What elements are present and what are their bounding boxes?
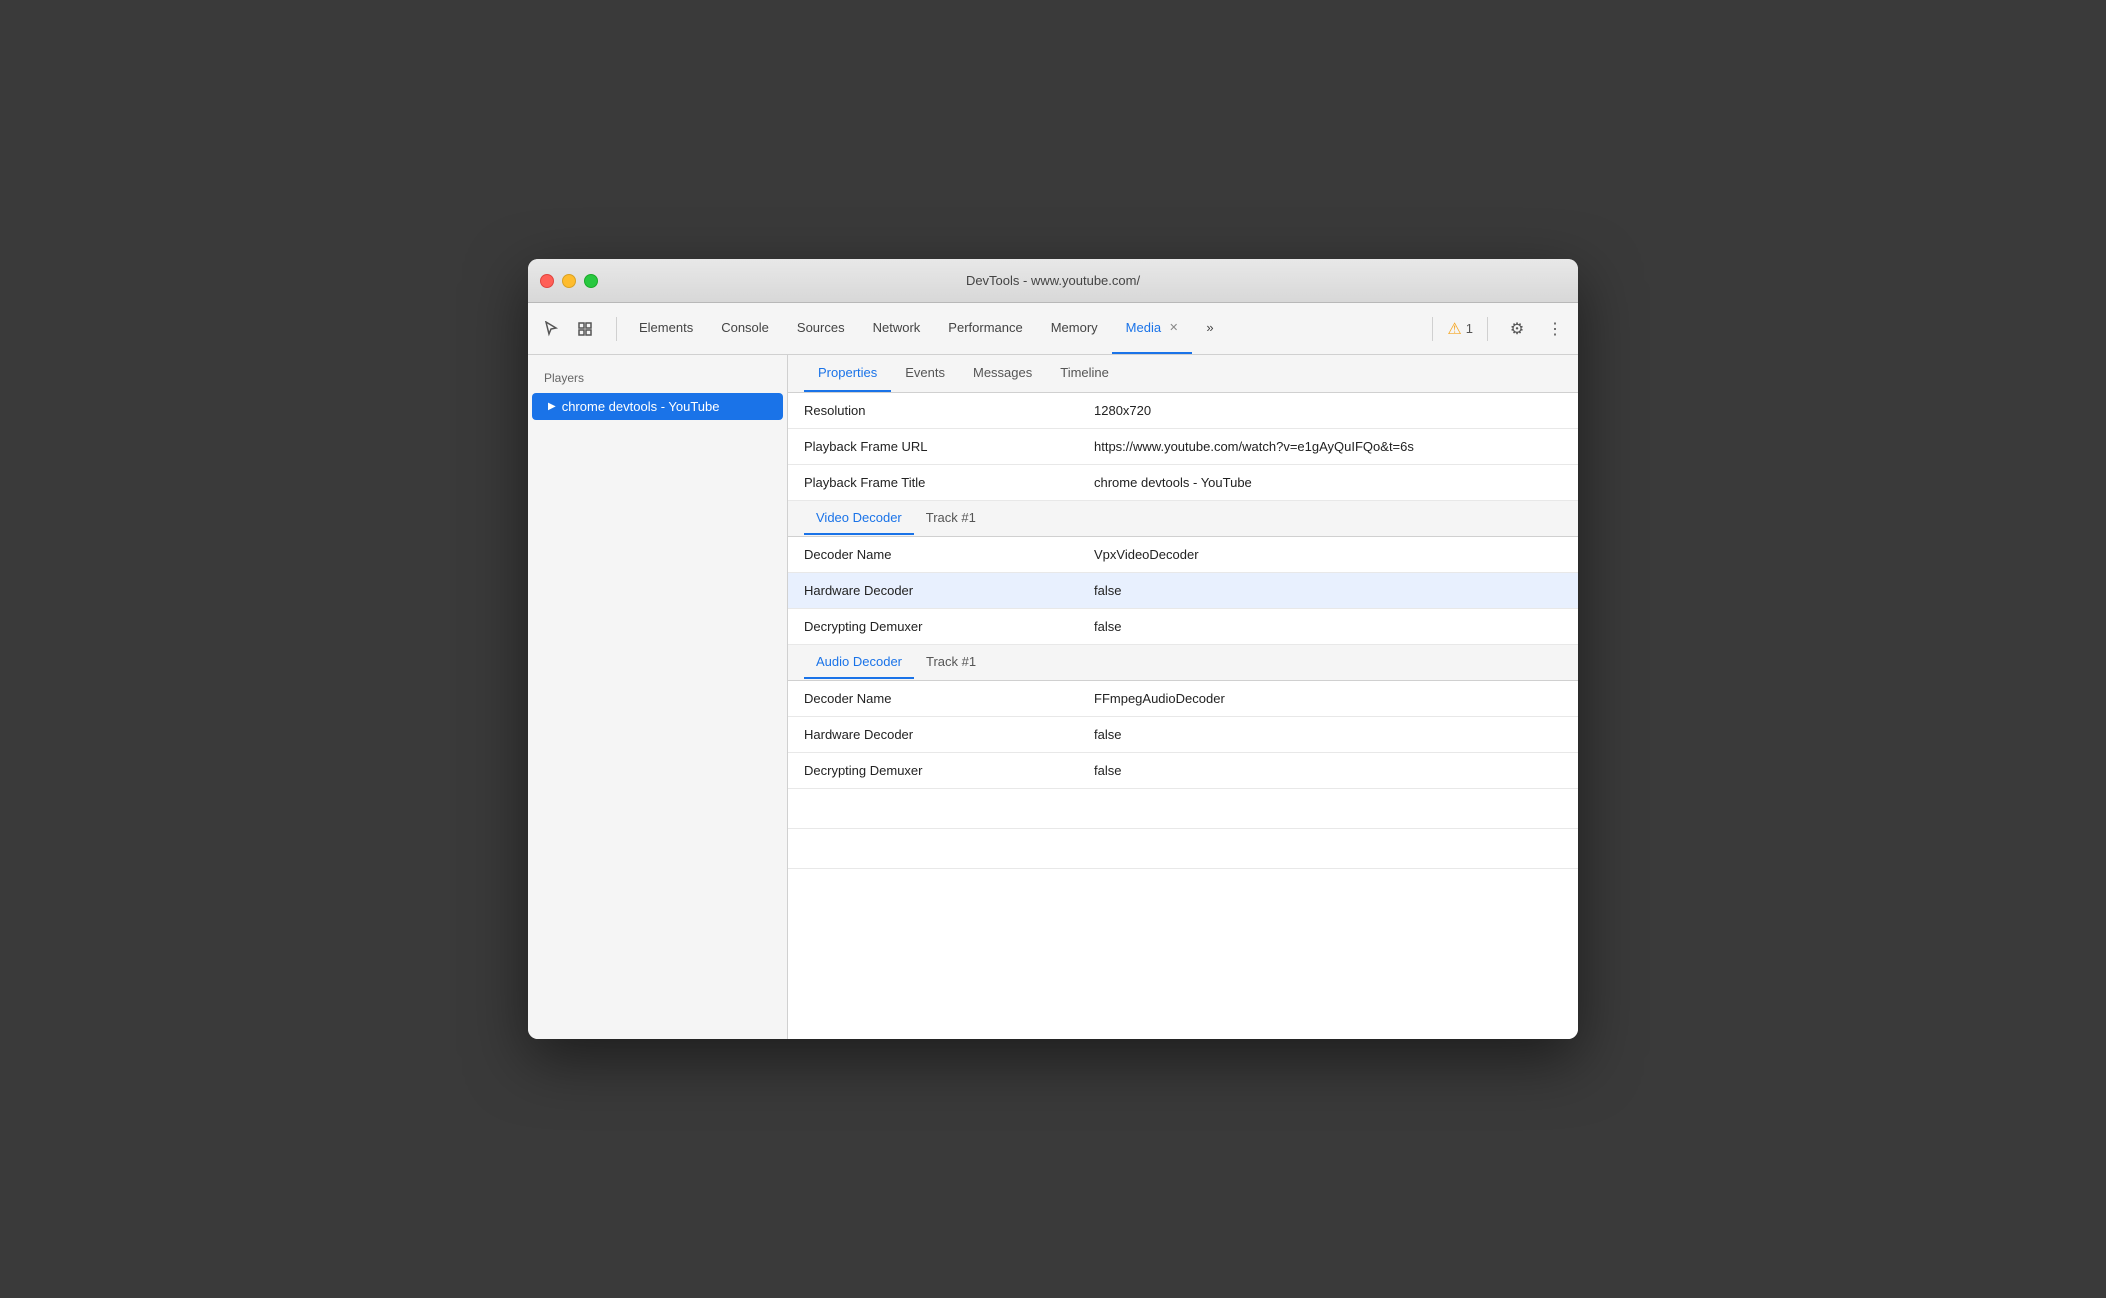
prop-value-audio-decoder-name: FFmpegAudioDecoder bbox=[1078, 683, 1578, 714]
tab-elements[interactable]: Elements bbox=[625, 303, 707, 354]
sidebar: Players ▶ chrome devtools - YouTube bbox=[528, 355, 788, 1039]
tab-network[interactable]: Network bbox=[859, 303, 935, 354]
table-row: Hardware Decoder false bbox=[788, 717, 1578, 753]
table-row: Playback Frame URL https://www.youtube.c… bbox=[788, 429, 1578, 465]
prop-value-video-hardware: false bbox=[1078, 575, 1578, 606]
more-options-button[interactable]: ⋮ bbox=[1540, 314, 1570, 344]
prop-value-playback-url: https://www.youtube.com/watch?v=e1gAyQuI… bbox=[1078, 431, 1578, 462]
panel-tab-properties[interactable]: Properties bbox=[804, 355, 891, 392]
media-tab-close[interactable]: ✕ bbox=[1169, 321, 1178, 334]
settings-icon: ⚙ bbox=[1510, 319, 1524, 339]
sidebar-arrow-icon: ▶ bbox=[548, 401, 556, 412]
more-options-icon: ⋮ bbox=[1547, 319, 1563, 339]
table-row: Decrypting Demuxer false bbox=[788, 753, 1578, 789]
minimize-button[interactable] bbox=[562, 274, 576, 288]
panel: Properties Events Messages Timeline Reso… bbox=[788, 355, 1578, 1039]
main-content: Players ▶ chrome devtools - YouTube Prop… bbox=[528, 355, 1578, 1039]
prop-key-audio-decoder-name: Decoder Name bbox=[788, 683, 1078, 714]
close-button[interactable] bbox=[540, 274, 554, 288]
warning-badge[interactable]: ⚠ 1 bbox=[1447, 319, 1473, 339]
panel-tab-timeline[interactable]: Timeline bbox=[1046, 355, 1123, 392]
video-decoder-section-header: Video Decoder Track #1 bbox=[788, 501, 1578, 537]
prop-value-video-decoder-name: VpxVideoDecoder bbox=[1078, 539, 1578, 570]
traffic-lights bbox=[540, 274, 598, 288]
tab-media[interactable]: Media ✕ bbox=[1112, 303, 1193, 354]
prop-value-audio-demuxer: false bbox=[1078, 755, 1578, 786]
prop-value-resolution: 1280x720 bbox=[1078, 395, 1578, 426]
video-decoder-tab[interactable]: Video Decoder bbox=[804, 502, 914, 535]
settings-button[interactable]: ⚙ bbox=[1502, 314, 1532, 344]
table-row: Resolution 1280x720 bbox=[788, 393, 1578, 429]
toolbar-separator-2 bbox=[1432, 317, 1433, 341]
title-bar: DevTools - www.youtube.com/ bbox=[528, 259, 1578, 303]
table-row: Decoder Name FFmpegAudioDecoder bbox=[788, 681, 1578, 717]
toolbar: Elements Console Sources Network Perform… bbox=[528, 303, 1578, 355]
toolbar-right: ⚠ 1 ⚙ ⋮ bbox=[1426, 314, 1570, 344]
maximize-button[interactable] bbox=[584, 274, 598, 288]
prop-key-resolution: Resolution bbox=[788, 395, 1078, 426]
tab-sources[interactable]: Sources bbox=[783, 303, 859, 354]
prop-key-audio-demuxer: Decrypting Demuxer bbox=[788, 755, 1078, 786]
video-track-tab[interactable]: Track #1 bbox=[914, 502, 988, 535]
cursor-icon-button[interactable] bbox=[536, 314, 566, 344]
prop-key-playback-url: Playback Frame URL bbox=[788, 431, 1078, 462]
warning-icon: ⚠ bbox=[1447, 319, 1461, 339]
panel-tab-events[interactable]: Events bbox=[891, 355, 959, 392]
audio-decoder-tab[interactable]: Audio Decoder bbox=[804, 646, 914, 679]
table-row: Decrypting Demuxer false bbox=[788, 609, 1578, 645]
sidebar-label: Players bbox=[528, 367, 787, 393]
properties-table: Resolution 1280x720 Playback Frame URL h… bbox=[788, 393, 1578, 1039]
inspect-icon-button[interactable] bbox=[570, 314, 600, 344]
prop-value-playback-title: chrome devtools - YouTube bbox=[1078, 467, 1578, 498]
tab-performance[interactable]: Performance bbox=[934, 303, 1036, 354]
toolbar-separator-3 bbox=[1487, 317, 1488, 341]
warning-count: 1 bbox=[1466, 321, 1473, 336]
prop-key-video-hardware: Hardware Decoder bbox=[788, 575, 1078, 606]
tab-more[interactable]: » bbox=[1192, 303, 1227, 354]
devtools-window: DevTools - www.youtube.com/ Element bbox=[528, 259, 1578, 1039]
panel-tabs: Properties Events Messages Timeline bbox=[788, 355, 1578, 393]
prop-key-audio-hardware: Hardware Decoder bbox=[788, 719, 1078, 750]
sidebar-item-youtube[interactable]: ▶ chrome devtools - YouTube bbox=[532, 393, 783, 420]
toolbar-separator bbox=[616, 317, 617, 341]
tab-console[interactable]: Console bbox=[707, 303, 783, 354]
cursor-icon bbox=[543, 321, 559, 337]
table-row: Hardware Decoder false bbox=[788, 573, 1578, 609]
toolbar-tabs: Elements Console Sources Network Perform… bbox=[625, 303, 1228, 354]
table-row: Playback Frame Title chrome devtools - Y… bbox=[788, 465, 1578, 501]
empty-row-2 bbox=[788, 829, 1578, 869]
prop-value-audio-hardware: false bbox=[1078, 719, 1578, 750]
audio-track-tab[interactable]: Track #1 bbox=[914, 646, 988, 679]
prop-key-video-demuxer: Decrypting Demuxer bbox=[788, 611, 1078, 642]
prop-key-video-decoder-name: Decoder Name bbox=[788, 539, 1078, 570]
prop-key-playback-title: Playback Frame Title bbox=[788, 467, 1078, 498]
sidebar-item-label: chrome devtools - YouTube bbox=[562, 399, 720, 414]
window-title: DevTools - www.youtube.com/ bbox=[966, 273, 1140, 288]
inspect-icon bbox=[577, 321, 593, 337]
empty-row bbox=[788, 789, 1578, 829]
tab-memory[interactable]: Memory bbox=[1037, 303, 1112, 354]
table-row: Decoder Name VpxVideoDecoder bbox=[788, 537, 1578, 573]
audio-decoder-section-header: Audio Decoder Track #1 bbox=[788, 645, 1578, 681]
prop-value-video-demuxer: false bbox=[1078, 611, 1578, 642]
toolbar-icons bbox=[536, 314, 600, 344]
panel-tab-messages[interactable]: Messages bbox=[959, 355, 1046, 392]
